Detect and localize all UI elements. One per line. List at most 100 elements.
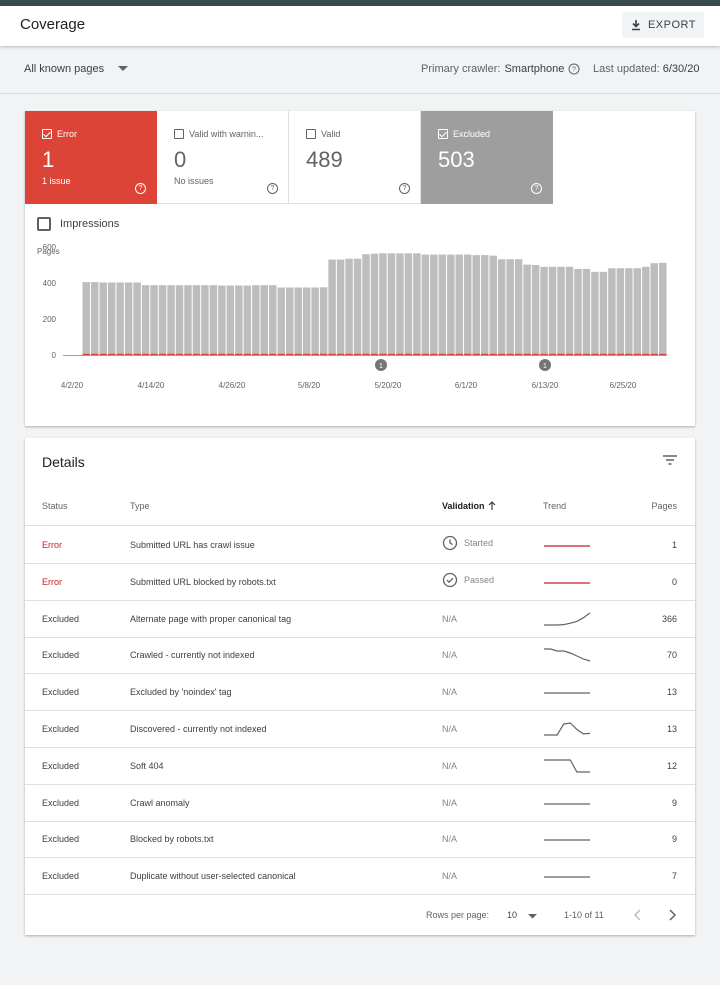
export-button[interactable]: EXPORT [621,12,704,38]
chart-bar [260,285,269,355]
chart-bar-error [540,353,548,355]
row-status: Excluded [42,760,80,771]
chart-bar [302,287,311,355]
table-row[interactable]: Excluded Soft 404 N/A 12 [25,748,695,785]
checkbox-icon[interactable] [306,129,316,139]
chart-bar-error [90,353,99,355]
chart-bar [226,285,235,355]
trend-sparkline [544,692,590,694]
help-icon[interactable]: ? [531,183,542,194]
trend-sparkline [544,545,590,547]
chart-bar [209,285,218,355]
checkbox-icon[interactable] [37,217,51,231]
chart-bar [557,266,565,355]
trend-line [544,722,591,736]
tile-error[interactable]: Error 1 1 issue ? [25,111,157,204]
chart-bar-error [116,353,124,355]
row-validation-label: N/A [442,613,458,624]
help-icon[interactable]: ? [267,183,278,194]
table-row[interactable]: Excluded Crawled - currently not indexed N… [25,637,695,675]
chart-bar [319,287,328,355]
tile-excluded[interactable]: Excluded 503 ? [421,111,553,204]
trend-sparkline [544,839,590,841]
sort-arrow-up-icon[interactable] [488,501,496,511]
trend-sparkline [544,582,590,584]
chart-bar-error [659,353,667,355]
coverage-chart-card: Error 1 1 issue ? Valid with warnin... 0… [25,111,695,426]
chart-bar [430,254,438,355]
col-validation[interactable]: Validation [442,501,485,511]
table-row[interactable]: Excluded Discovered - currently not index… [25,711,695,748]
chart-bar-error [480,353,489,355]
chart-bar-error [209,353,218,355]
chart-bar-error [506,353,514,355]
chart-bar [599,271,608,355]
row-status: Excluded [42,687,80,698]
chart-bar [150,285,158,355]
app-bar: Coverage EXPORT [0,6,720,46]
chart-bar-error [599,353,608,355]
annotation-label: 1 [543,363,547,370]
tile-valid[interactable]: Valid 489 ? [289,111,421,204]
chart-bar-error [133,353,141,355]
tile-valid-warning[interactable]: Valid with warnin... 0 No issues ? [157,111,289,204]
table-row[interactable]: Excluded Duplicate without user-selected … [25,858,695,896]
col-trend[interactable]: Trend [543,501,566,511]
chart-bar-error [396,353,404,355]
chart-bar [294,287,302,355]
rows-per-page-select[interactable]: 10 [507,910,517,920]
table-row[interactable]: Error Submitted URL has crawl issue Starte… [25,527,695,564]
chart-bar-error [158,353,167,355]
chart-bar [591,271,599,355]
impressions-toggle[interactable]: Impressions [37,217,119,231]
table-row[interactable]: Error Submitted URL blocked by robots.txt… [25,564,695,601]
row-validation-label: N/A [442,760,458,771]
property-select[interactable]: All known pages [24,63,129,75]
row-status: Excluded [42,834,80,845]
table-row[interactable]: Excluded Crawl anomaly N/A 9 [25,785,695,822]
tile-warn-label: Valid with warnin... [189,129,264,139]
chart-bar [353,258,362,355]
chart-bar-error [285,353,294,355]
tile-excl-count: 503 [438,147,475,172]
filter-icon[interactable] [663,454,677,466]
checkbox-checked-icon[interactable] [438,129,448,139]
help-icon[interactable]: ? [135,183,146,194]
filter-bar: All known pages Primary crawler: Smartph… [0,46,720,94]
y-tick-label: 0 [52,351,57,360]
chart-bar [362,254,370,355]
x-tick-label: 6/1/20 [455,381,478,390]
tile-error-sub: 1 issue [42,176,71,186]
chart-bar [90,282,99,355]
chart-bar-error [167,353,175,355]
checkbox-checked-icon[interactable] [42,129,52,139]
help-icon[interactable]: ? [399,183,410,194]
chevron-left-icon[interactable] [634,909,642,921]
chart-bar [252,285,260,355]
chart-bar [184,285,192,355]
chart-bar [218,285,226,355]
col-type[interactable]: Type [130,501,150,511]
col-pages[interactable]: Pages [651,501,677,511]
chart-bar [625,268,633,355]
row-pages: 13 [666,724,677,734]
checkbox-icon[interactable] [174,129,184,139]
dropdown-arrow-icon[interactable] [528,914,537,919]
row-pages: 7 [671,871,677,882]
help-icon[interactable]: ? [568,63,580,75]
check-circle-icon [442,572,458,587]
chart-bar [396,253,404,355]
row-validation-label: Started [464,538,494,548]
chart-bar-error [430,353,438,355]
chart-bar-error [438,353,447,355]
row-validation: N/A [442,834,457,844]
trend-sparkline [544,612,591,626]
chart-bar [616,268,625,355]
chart-bar-error [497,353,506,355]
chevron-right-icon[interactable] [668,909,676,921]
chart-bar-error [235,353,243,355]
table-row[interactable]: Excluded Alternate page with proper canon… [25,601,695,638]
col-status[interactable]: Status [42,501,68,511]
table-row[interactable]: Excluded Excluded by 'noindex' tag N/A 13 [25,674,695,712]
table-row[interactable]: Excluded Blocked by robots.txt N/A 9 [25,821,695,859]
